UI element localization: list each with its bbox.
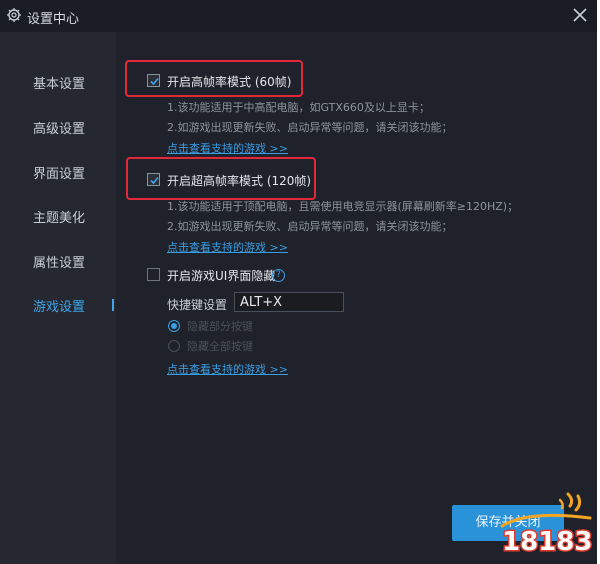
sidebar-item-label: 基本设置	[33, 77, 86, 92]
watermark-text: 18183	[502, 527, 592, 557]
hide-ui-checkbox[interactable]	[147, 268, 160, 281]
gear-icon	[7, 8, 21, 22]
settings-window: 设置中心 基本设置 高级设置 界面设置 主题美化 属性设置 游戏设置 开启高帧率…	[0, 0, 597, 564]
sidebar-item-label: 主题美化	[33, 211, 86, 226]
active-indicator	[112, 299, 114, 311]
sidebar-item-label: 界面设置	[33, 167, 86, 182]
hide-all-label: 隐藏全部按键	[187, 340, 253, 353]
fps60-desc-1: 1.该功能适用于中高配电脑，如GTX660及以上显卡；	[167, 101, 430, 114]
fps60-supported-games-link[interactable]: 点击查看支持的游戏 >>	[167, 140, 288, 156]
close-icon[interactable]	[569, 4, 591, 26]
sidebar-item-theme[interactable]: 主题美化	[0, 202, 116, 230]
sidebar-item-game[interactable]: 游戏设置	[0, 291, 116, 319]
watermark-logo: 18183	[500, 492, 593, 558]
title-bar: 设置中心	[0, 0, 597, 32]
hide-ui-label: 开启游戏UI界面隐藏	[167, 269, 276, 283]
hide-ui-option[interactable]: 开启游戏UI界面隐藏	[147, 266, 327, 286]
settings-sidebar: 基本设置 高级设置 界面设置 主题美化 属性设置 游戏设置	[0, 32, 116, 564]
hide-partial-label: 隐藏部分按键	[187, 320, 253, 333]
highlight-box-fps120	[126, 157, 316, 200]
sidebar-item-advanced[interactable]: 高级设置	[0, 113, 116, 141]
window-title: 设置中心	[27, 12, 80, 27]
sidebar-item-label: 游戏设置	[33, 300, 86, 315]
hotkey-label: 快捷键设置	[167, 298, 228, 312]
hide-ui-supported-games-link[interactable]: 点击查看支持的游戏 >>	[167, 361, 288, 377]
sidebar-item-label: 高级设置	[33, 122, 86, 137]
fps120-desc-1: 1.该功能适用于顶配电脑，且需使用电竞显示器(屏幕刷新率≥120HZ)；	[167, 200, 519, 213]
fps60-desc-2: 2.如游戏出现更新失败、启动异常等问题，请关闭该功能；	[167, 121, 453, 134]
highlight-box-fps60	[125, 60, 303, 97]
help-icon[interactable]: ?	[272, 269, 285, 282]
hotkey-input[interactable]	[234, 292, 344, 312]
sidebar-item-label: 属性设置	[33, 256, 86, 271]
fps120-desc-2: 2.如游戏出现更新失败、启动异常等问题，请关闭该功能；	[167, 220, 453, 233]
hide-all-radio[interactable]	[168, 340, 180, 352]
hide-partial-radio[interactable]	[168, 320, 180, 332]
settings-content: 开启高帧率模式 (60帧) 1.该功能适用于中高配电脑，如GTX660及以上显卡…	[116, 32, 597, 564]
sidebar-item-basic[interactable]: 基本设置	[0, 68, 116, 96]
sidebar-item-interface[interactable]: 界面设置	[0, 158, 116, 186]
fps120-supported-games-link[interactable]: 点击查看支持的游戏 >>	[167, 239, 288, 255]
sidebar-item-properties[interactable]: 属性设置	[0, 247, 116, 275]
